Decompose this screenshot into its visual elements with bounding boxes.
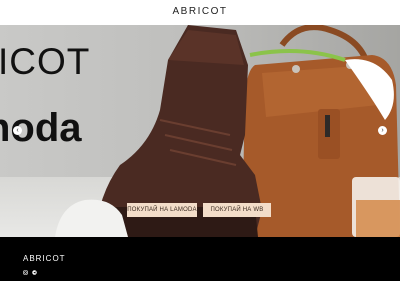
site-footer: ABRICOT bbox=[0, 237, 400, 281]
slider-next-arrow-icon[interactable]: › bbox=[378, 126, 387, 135]
hero-banner: ICOT noda ‹ › ПОКУПАЙ НА LAMODA ПОКУПАЙ … bbox=[0, 25, 400, 237]
hero-heading-brand: ICOT bbox=[0, 41, 91, 82]
buy-on-wb-button[interactable]: ПОКУПАЙ НА WB bbox=[203, 203, 271, 217]
cup-shape bbox=[352, 177, 400, 237]
brand-logo[interactable]: ABRICOT bbox=[0, 6, 400, 17]
telegram-icon[interactable] bbox=[32, 270, 37, 275]
buy-on-lamoda-button[interactable]: ПОКУПАЙ НА LAMODA bbox=[127, 203, 197, 217]
site-header: ABRICOT bbox=[0, 0, 400, 25]
slider-prev-arrow-icon[interactable]: ‹ bbox=[13, 126, 22, 135]
footer-brand-logo[interactable]: ABRICOT bbox=[23, 254, 66, 263]
instagram-icon[interactable] bbox=[23, 270, 28, 275]
